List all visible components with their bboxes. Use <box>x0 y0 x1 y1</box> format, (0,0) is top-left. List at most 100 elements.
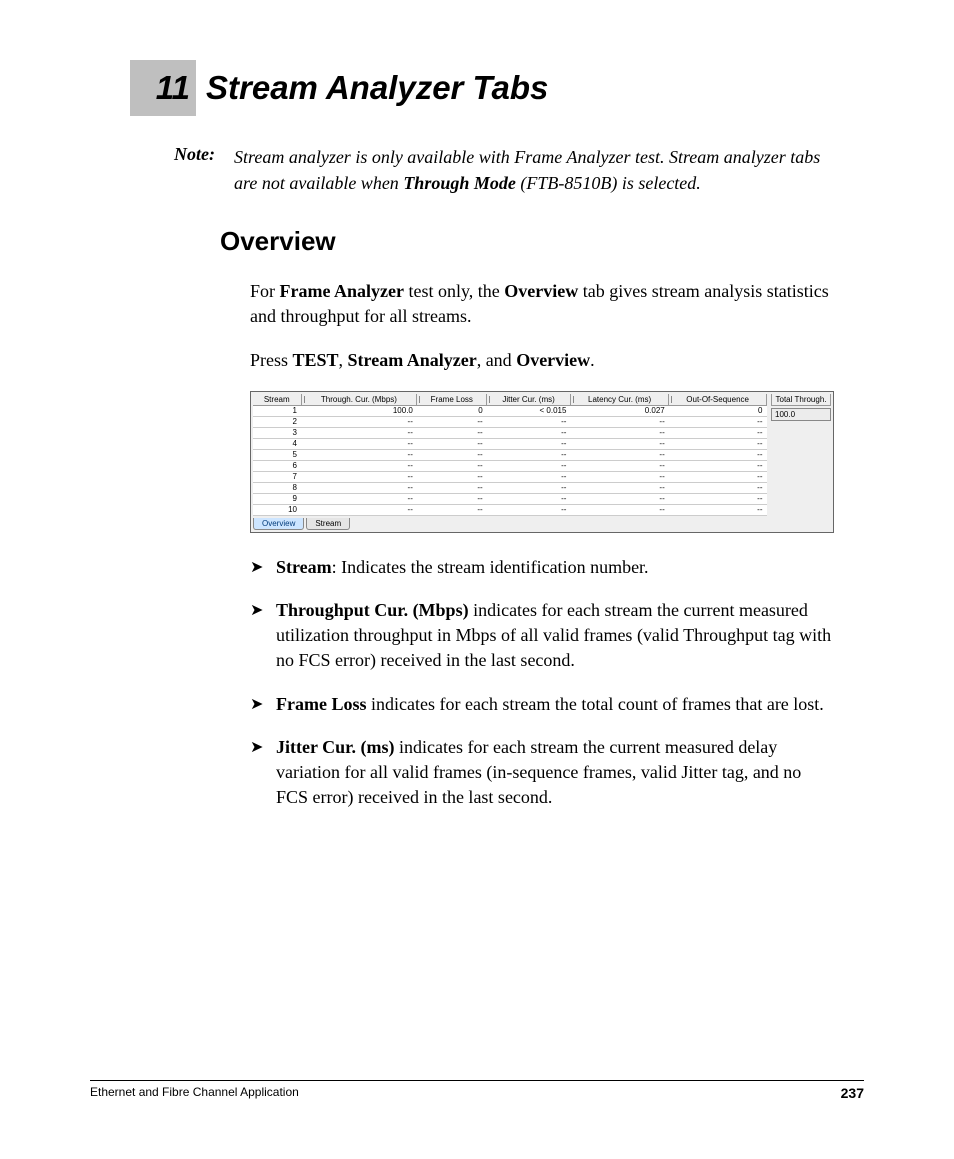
overview-screenshot: Stream Through. Cur. (Mbps) Frame Loss J… <box>250 391 834 533</box>
bullet-marker-icon: ➤ <box>250 692 276 716</box>
bullet-term: Frame Loss <box>276 694 366 714</box>
table-row[interactable]: 1100.00< 0.0150.0270 <box>253 405 767 416</box>
paragraph-2: Press TEST, Stream Analyzer, and Overvie… <box>250 348 834 373</box>
table-row[interactable]: 10---------- <box>253 504 767 515</box>
p1-t2: test only, the <box>404 281 504 301</box>
table-cell: 3 <box>253 427 301 438</box>
bullet-desc: indicates for each stream the total coun… <box>366 694 823 714</box>
table-cell: -- <box>417 471 487 482</box>
note-label: Note: <box>174 144 234 196</box>
bullet-text: Throughput Cur. (Mbps) indicates for eac… <box>276 598 834 674</box>
table-cell: -- <box>301 493 417 504</box>
table-cell: -- <box>487 427 571 438</box>
table-cell: -- <box>417 416 487 427</box>
list-item: ➤Stream: Indicates the stream identifica… <box>250 555 834 580</box>
table-row[interactable]: 8---------- <box>253 482 767 493</box>
table-cell: -- <box>669 427 767 438</box>
bullet-marker-icon: ➤ <box>250 555 276 579</box>
table-cell: -- <box>669 493 767 504</box>
table-cell: -- <box>669 471 767 482</box>
col-oos[interactable]: Out-Of-Sequence <box>669 394 767 406</box>
table-cell: 1 <box>253 405 301 416</box>
p2-b2: Stream Analyzer <box>348 350 477 370</box>
screenshot-tabs: Overview Stream <box>253 518 831 530</box>
table-cell: -- <box>669 416 767 427</box>
table-row[interactable]: 5---------- <box>253 449 767 460</box>
bullet-text: Stream: Indicates the stream identificat… <box>276 555 649 580</box>
table-cell: 10 <box>253 504 301 515</box>
chapter-number-box: 11 <box>130 60 196 116</box>
note-text-post: (FTB-8510B) is selected. <box>516 173 701 193</box>
table-cell: -- <box>417 427 487 438</box>
table-cell: -- <box>301 449 417 460</box>
p1-t1: For <box>250 281 280 301</box>
p2-t3: , and <box>477 350 517 370</box>
bullet-text: Jitter Cur. (ms) indicates for each stre… <box>276 735 834 811</box>
note-block: Note: Stream analyzer is only available … <box>174 144 834 196</box>
paragraph-1: For Frame Analyzer test only, the Overvi… <box>250 279 834 329</box>
tab-overview[interactable]: Overview <box>253 518 304 530</box>
list-item: ➤Throughput Cur. (Mbps) indicates for ea… <box>250 598 834 674</box>
note-text: Stream analyzer is only available with F… <box>234 144 834 196</box>
p2-t2: , <box>339 350 348 370</box>
table-cell: -- <box>570 493 668 504</box>
table-cell: -- <box>301 438 417 449</box>
table-cell: -- <box>487 493 571 504</box>
col-throughput-label: Through. Cur. (Mbps) <box>321 395 397 404</box>
total-throughput-label: Total Through. <box>771 394 831 406</box>
table-cell: 7 <box>253 471 301 482</box>
table-cell: -- <box>487 482 571 493</box>
note-text-bold: Through Mode <box>403 173 516 193</box>
table-cell: 100.0 <box>301 405 417 416</box>
bullet-term: Throughput Cur. (Mbps) <box>276 600 469 620</box>
table-row[interactable]: 4---------- <box>253 438 767 449</box>
table-cell: 2 <box>253 416 301 427</box>
p1-b2: Overview <box>504 281 578 301</box>
list-item: ➤Frame Loss indicates for each stream th… <box>250 692 834 717</box>
section-heading-overview: Overview <box>220 226 864 257</box>
col-throughput[interactable]: Through. Cur. (Mbps) <box>301 394 417 406</box>
table-cell: -- <box>669 482 767 493</box>
bullet-list: ➤Stream: Indicates the stream identifica… <box>250 555 834 811</box>
col-jitter[interactable]: Jitter Cur. (ms) <box>487 394 571 406</box>
table-cell: -- <box>570 416 668 427</box>
table-row[interactable]: 7---------- <box>253 471 767 482</box>
table-cell: -- <box>417 460 487 471</box>
table-cell: -- <box>301 504 417 515</box>
p2-t4: . <box>590 350 595 370</box>
chapter-number: 11 <box>156 69 190 107</box>
p1-b1: Frame Analyzer <box>280 281 404 301</box>
table-cell: -- <box>487 449 571 460</box>
table-cell: -- <box>570 504 668 515</box>
table-cell: -- <box>301 427 417 438</box>
table-row[interactable]: 6---------- <box>253 460 767 471</box>
table-cell: -- <box>570 438 668 449</box>
table-cell: -- <box>669 449 767 460</box>
col-frameloss[interactable]: Frame Loss <box>417 394 487 406</box>
table-cell: < 0.015 <box>487 405 571 416</box>
table-row[interactable]: 3---------- <box>253 427 767 438</box>
bullet-desc: : Indicates the stream identification nu… <box>332 557 649 577</box>
chapter-header: 11 Stream Analyzer Tabs <box>130 60 864 116</box>
col-stream[interactable]: Stream <box>253 394 301 406</box>
bullet-marker-icon: ➤ <box>250 735 276 759</box>
table-cell: 8 <box>253 482 301 493</box>
table-cell: -- <box>417 493 487 504</box>
table-cell: -- <box>487 416 571 427</box>
p2-b3: Overview <box>516 350 590 370</box>
table-cell: -- <box>487 471 571 482</box>
bullet-term: Stream <box>276 557 332 577</box>
page-footer: Ethernet and Fibre Channel Application 2… <box>90 1080 864 1101</box>
table-row[interactable]: 2---------- <box>253 416 767 427</box>
col-latency[interactable]: Latency Cur. (ms) <box>570 394 668 406</box>
table-cell: -- <box>487 504 571 515</box>
table-cell: -- <box>570 460 668 471</box>
table-cell: -- <box>301 482 417 493</box>
col-jitter-label: Jitter Cur. (ms) <box>502 395 554 404</box>
table-cell: -- <box>570 449 668 460</box>
table-cell: -- <box>570 482 668 493</box>
footer-page-number: 237 <box>841 1085 864 1101</box>
table-row[interactable]: 9---------- <box>253 493 767 504</box>
col-frameloss-label: Frame Loss <box>431 395 473 404</box>
tab-stream[interactable]: Stream <box>306 518 350 530</box>
